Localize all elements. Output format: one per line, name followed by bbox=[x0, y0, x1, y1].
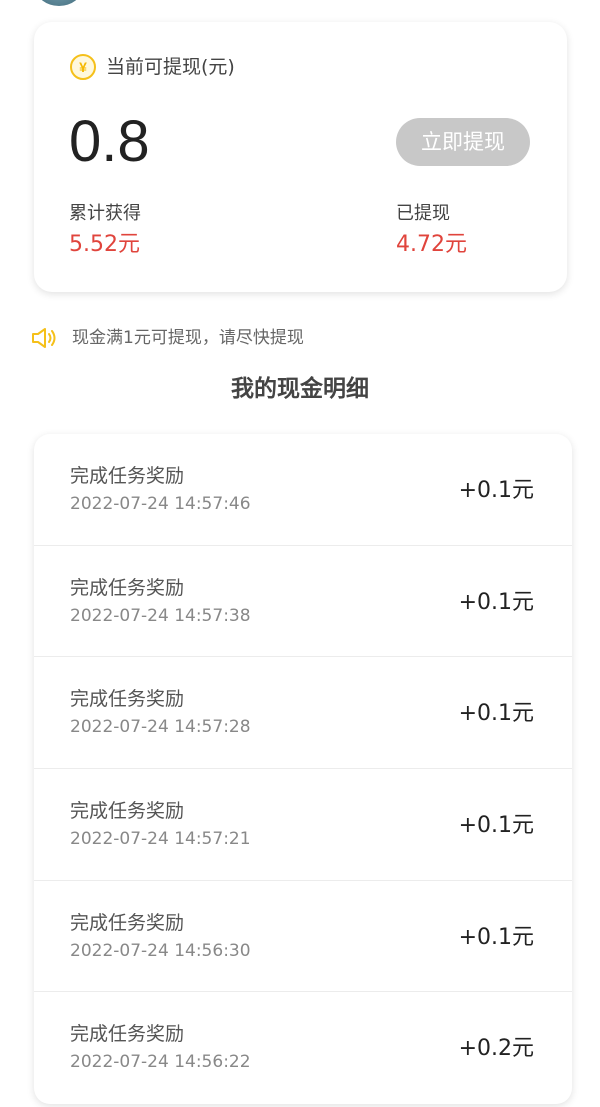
balance-title: 当前可提现(元) bbox=[106, 56, 235, 78]
withdrawable-amount: 0.8 bbox=[69, 109, 150, 174]
section-title: 我的现金明细 bbox=[231, 376, 369, 402]
list-item: 完成任务奖励 2022-07-24 14:56:22 +0.2元 bbox=[34, 992, 572, 1104]
record-title: 完成任务奖励 bbox=[70, 799, 185, 822]
record-time: 2022-07-24 14:57:21 bbox=[70, 828, 251, 849]
record-title: 完成任务奖励 bbox=[70, 688, 185, 711]
record-amount: +0.2元 bbox=[458, 1036, 534, 1062]
coin-symbol: ¥ bbox=[79, 59, 87, 75]
record-title: 完成任务奖励 bbox=[70, 1023, 185, 1046]
withdrawn-value: 4.72元 bbox=[396, 232, 467, 257]
total-earned-label: 累计获得 bbox=[69, 203, 141, 224]
record-amount: +0.1元 bbox=[458, 478, 534, 503]
record-time: 2022-07-24 14:57:28 bbox=[70, 717, 251, 738]
record-title: 完成任务奖励 bbox=[70, 911, 185, 934]
record-time: 2022-07-24 14:56:30 bbox=[70, 940, 251, 961]
list-item: 完成任务奖励 2022-07-24 14:57:21 +0.1元 bbox=[34, 769, 572, 881]
list-item: 完成任务奖励 2022-07-24 14:57:28 +0.1元 bbox=[34, 657, 572, 769]
record-amount: +0.1元 bbox=[458, 812, 534, 838]
record-amount: +0.1元 bbox=[458, 924, 534, 950]
list-item: 完成任务奖励 2022-07-24 14:57:46 +0.1元 bbox=[34, 434, 572, 546]
balance-card: ¥ 当前可提现(元) 0.8 立即提现 累计获得 5.52元 已提现 4.72元 bbox=[34, 22, 567, 292]
record-title: 完成任务奖励 bbox=[70, 465, 185, 487]
list-item: 完成任务奖励 2022-07-24 14:57:38 +0.1元 bbox=[34, 546, 572, 658]
withdraw-notice: 现金满1元可提现，请尽快提现 bbox=[30, 325, 304, 351]
cash-records-list: 完成任务奖励 2022-07-24 14:57:46 +0.1元 完成任务奖励 … bbox=[34, 434, 572, 1104]
avatar[interactable] bbox=[36, 0, 82, 6]
record-time: 2022-07-24 14:57:38 bbox=[70, 605, 251, 626]
record-title: 完成任务奖励 bbox=[70, 576, 185, 599]
record-time: 2022-07-24 14:56:22 bbox=[70, 1052, 251, 1073]
record-amount: +0.1元 bbox=[458, 701, 534, 727]
coin-icon: ¥ bbox=[70, 54, 96, 80]
cash-page: ¥ 当前可提现(元) 0.8 立即提现 累计获得 5.52元 已提现 4.72元… bbox=[0, 0, 600, 1107]
total-earned-value: 5.52元 bbox=[69, 232, 140, 257]
list-item: 完成任务奖励 2022-07-24 14:56:30 +0.1元 bbox=[34, 881, 572, 993]
speaker-icon bbox=[32, 328, 56, 348]
withdraw-button[interactable]: 立即提现 bbox=[396, 118, 530, 166]
withdrawn-label: 已提现 bbox=[396, 203, 450, 224]
notice-text: 现金满1元可提现，请尽快提现 bbox=[72, 328, 304, 348]
record-amount: +0.1元 bbox=[458, 589, 534, 615]
record-time: 2022-07-24 14:57:46 bbox=[70, 494, 251, 514]
